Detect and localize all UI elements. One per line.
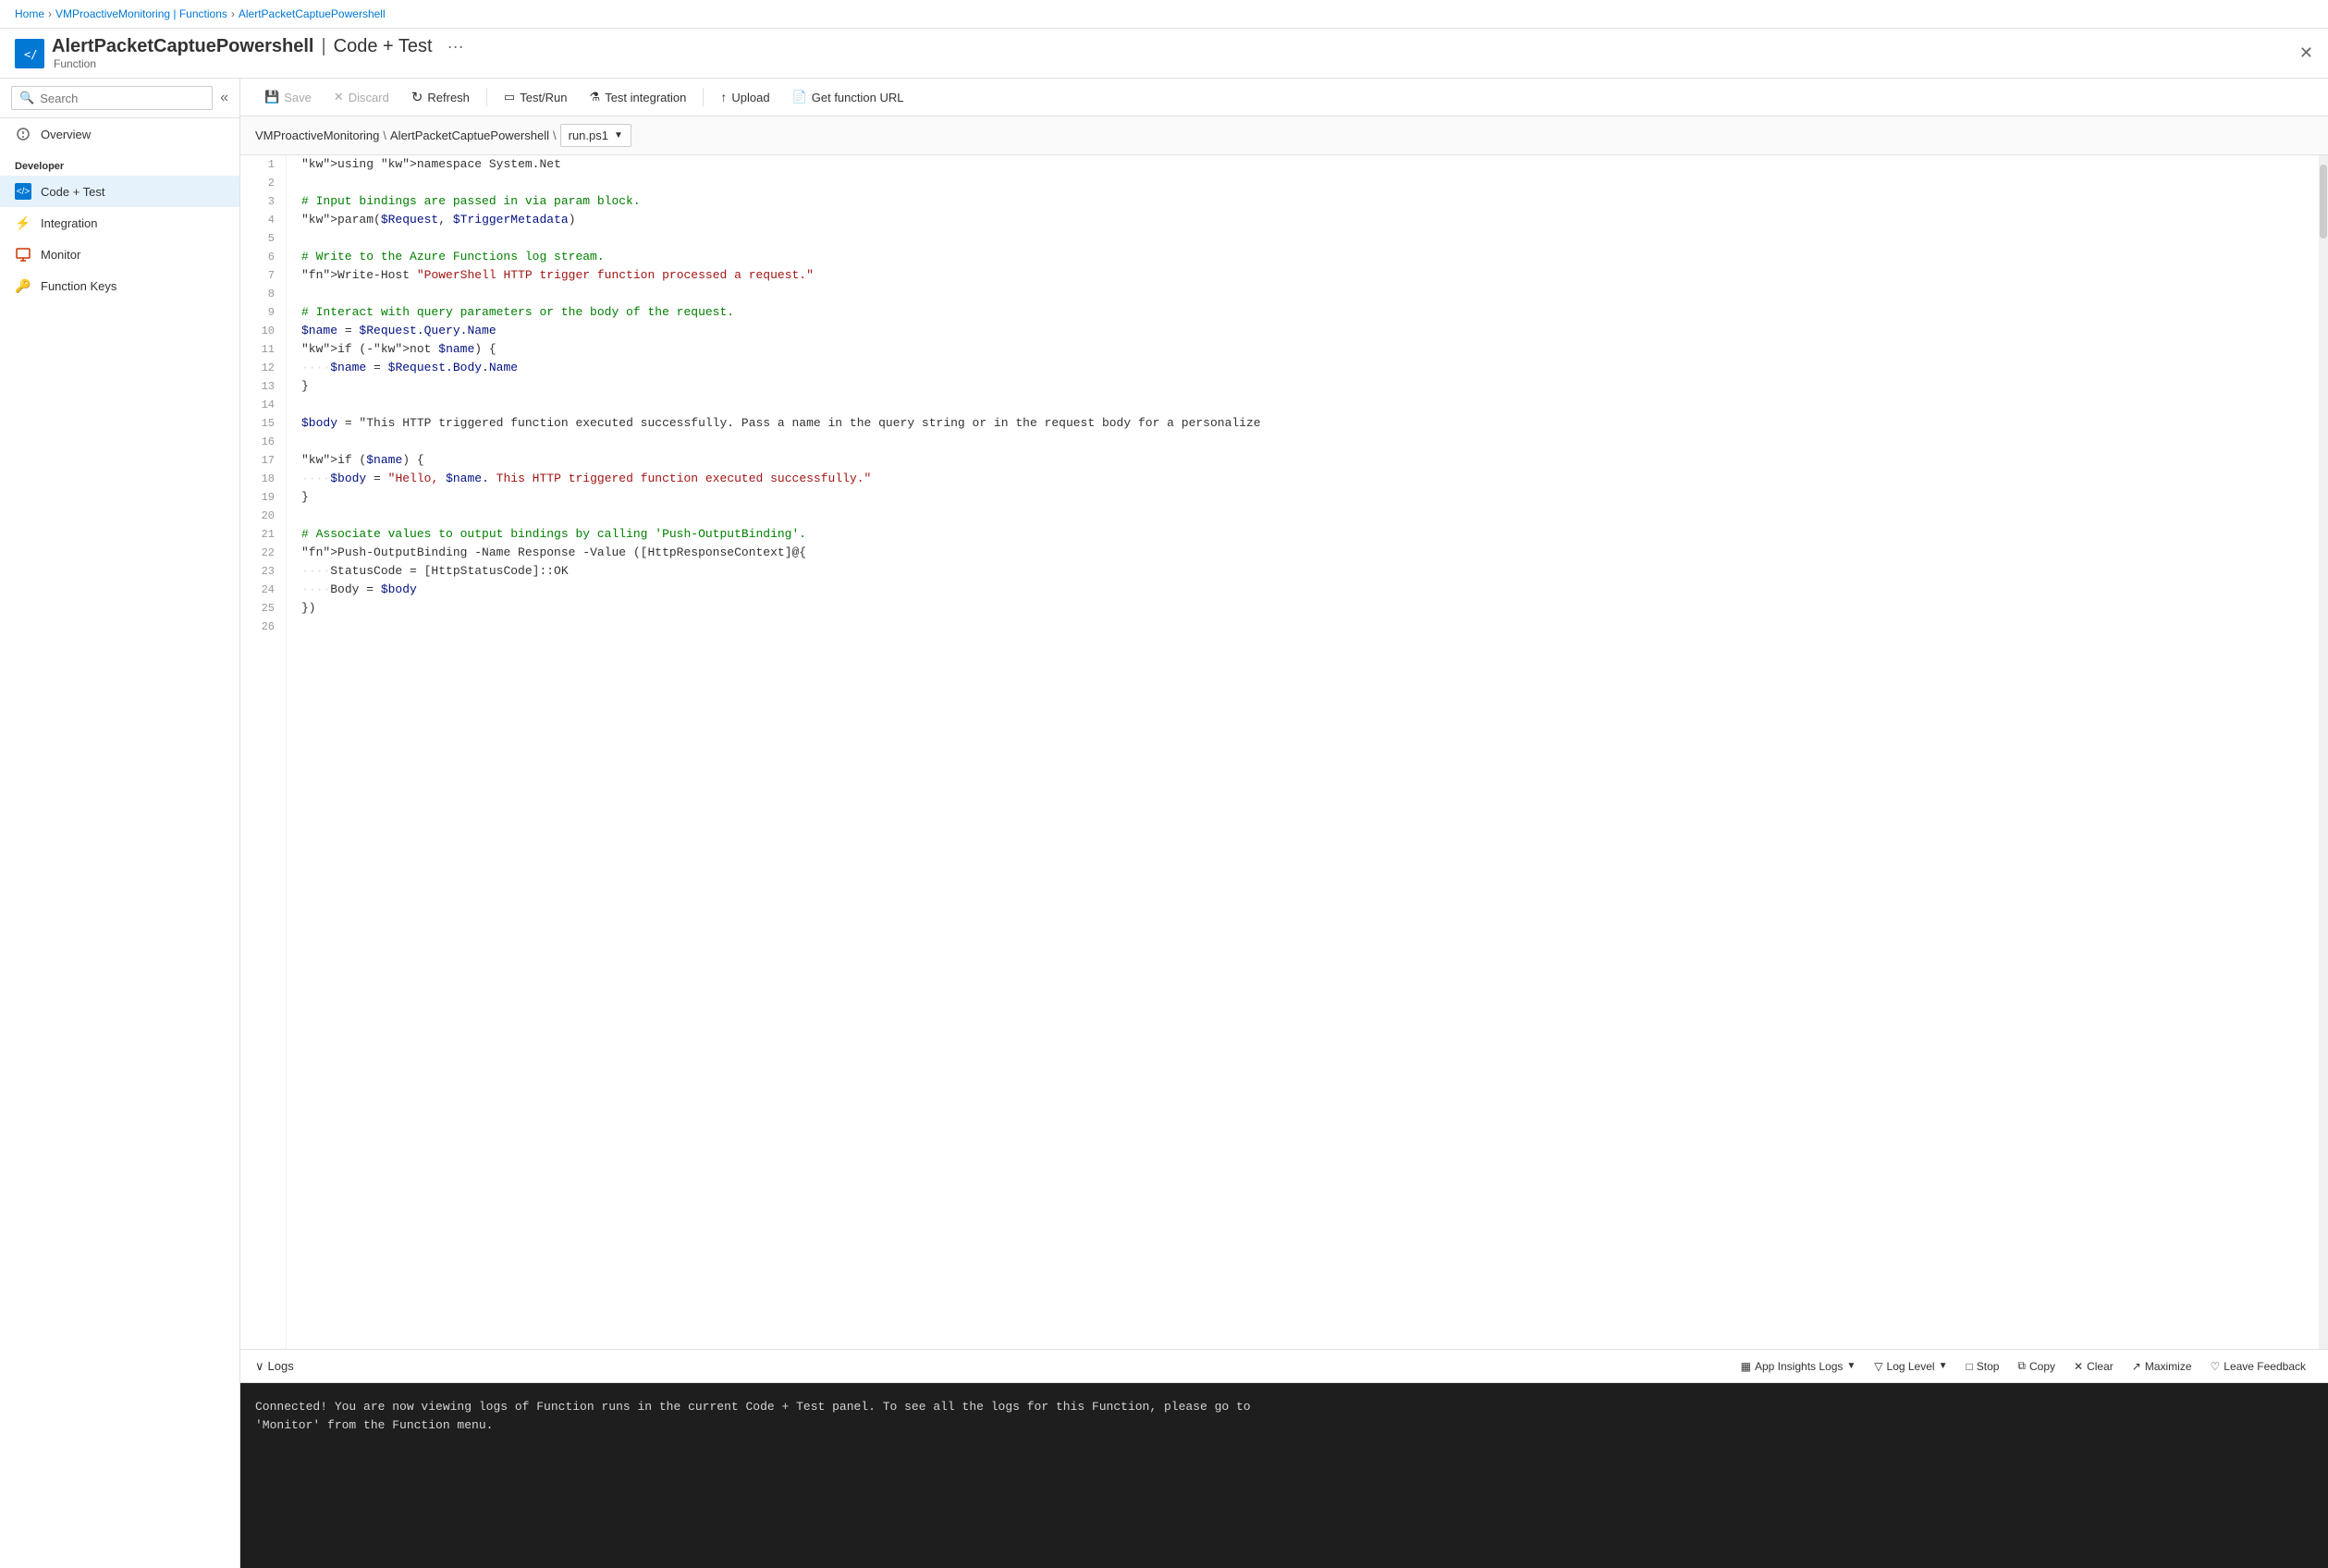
line-numbers: 1234567891011121314151617181920212223242… [240, 155, 287, 1349]
search-icon: 🔍 [19, 91, 34, 105]
clear-button[interactable]: ✕ Clear [2066, 1356, 2121, 1377]
test-integration-icon: ⚗ [590, 90, 601, 104]
sidebar-item-function-keys[interactable]: 🔑 Function Keys [0, 270, 239, 301]
file-name: run.ps1 [569, 129, 608, 142]
test-run-icon: ▭ [504, 90, 515, 104]
stop-button[interactable]: □ Stop [1958, 1356, 2006, 1377]
developer-section-label: Developer [0, 150, 239, 176]
monitor-icon [15, 246, 31, 263]
stop-icon: □ [1966, 1360, 1972, 1373]
search-box[interactable]: 🔍 [11, 86, 213, 110]
logs-section: ∨ Logs ▦ App Insights Logs ▼ ▽ Log Level… [240, 1349, 2328, 1568]
page-subtitle: Code + Test [334, 36, 433, 57]
app-insights-arrow: ▼ [1846, 1361, 1856, 1371]
discard-button[interactable]: ✕ Discard [325, 85, 398, 109]
content-toolbar: 💾 Save ✕ Discard ↻ Refresh ▭ Test/Run ⚗ … [240, 79, 2328, 116]
breadcrumb-home[interactable]: Home [15, 7, 44, 20]
get-function-url-button[interactable]: 📄 Get function URL [783, 85, 913, 109]
overview-label: Overview [41, 128, 91, 141]
function-label: Function [54, 57, 464, 70]
toolbar-separator-2 [703, 88, 704, 106]
editor-path: VMProactiveMonitoring \ AlertPacketCaptu… [240, 116, 2328, 155]
breadcrumb-function-name[interactable]: AlertPacketCaptuePowershell [239, 7, 386, 20]
search-input[interactable] [40, 92, 204, 105]
svg-text:</>: </> [24, 48, 38, 61]
path-sep-2: \ [553, 129, 557, 142]
console-message: Connected! You are now viewing logs of F… [255, 1400, 1251, 1432]
logs-console: Connected! You are now viewing logs of F… [240, 1383, 2328, 1568]
sidebar-item-integration[interactable]: ⚡ Integration [0, 207, 239, 239]
page-header: </> AlertPacketCaptuePowershell | Code +… [0, 29, 2328, 79]
app-insights-button[interactable]: ▦ App Insights Logs ▼ [1734, 1356, 1864, 1377]
integration-icon: ⚡ [15, 214, 31, 231]
code-editor[interactable]: 1234567891011121314151617181920212223242… [240, 155, 2328, 1349]
breadcrumb-functions[interactable]: VMProactiveMonitoring | Functions [55, 7, 227, 20]
page-title: AlertPacketCaptuePowershell [52, 36, 313, 57]
refresh-icon: ↻ [411, 89, 423, 105]
more-options-button[interactable]: ··· [447, 37, 464, 56]
copy-icon: ⧉ [2017, 1359, 2026, 1373]
leave-feedback-button[interactable]: ♡ Leave Feedback [2203, 1356, 2314, 1377]
sidebar-toolbar: 🔍 « [0, 79, 239, 118]
function-keys-label: Function Keys [41, 279, 116, 293]
chevron-down-icon: ▼ [614, 130, 623, 141]
sidebar-item-code-test[interactable]: </> Code + Test [0, 176, 239, 207]
get-url-icon: 📄 [792, 90, 807, 104]
refresh-button[interactable]: ↻ Refresh [402, 84, 479, 110]
path-part-1: VMProactiveMonitoring [255, 129, 379, 142]
sidebar: 🔍 « Overview Developer </> Code + Test ⚡… [0, 79, 240, 1568]
code-area[interactable]: "kw">using "kw">namespace System.Net# In… [287, 155, 2319, 1349]
breadcrumb: Home › VMProactiveMonitoring | Functions… [0, 0, 2328, 29]
logs-chevron-icon: ∨ [255, 1359, 264, 1374]
log-level-button[interactable]: ▽ Log Level ▼ [1867, 1356, 1954, 1377]
path-sep-1: \ [383, 129, 386, 142]
scrollbar-thumb[interactable] [2320, 165, 2327, 239]
editor-scrollbar[interactable] [2319, 155, 2328, 1349]
sidebar-item-overview[interactable]: Overview [0, 118, 239, 150]
feedback-icon: ♡ [2211, 1360, 2221, 1373]
save-button[interactable]: 💾 Save [255, 85, 321, 109]
maximize-icon: ↗ [2132, 1360, 2141, 1373]
upload-icon: ↑ [720, 90, 727, 104]
upload-button[interactable]: ↑ Upload [711, 85, 778, 109]
log-level-icon: ▽ [1874, 1360, 1882, 1373]
overview-icon [15, 126, 31, 142]
discard-icon: ✕ [334, 90, 344, 104]
logs-toolbar-right: ▦ App Insights Logs ▼ ▽ Log Level ▼ □ St… [1734, 1355, 2313, 1377]
test-run-button[interactable]: ▭ Test/Run [495, 85, 577, 109]
maximize-button[interactable]: ↗ Maximize [2125, 1356, 2199, 1377]
monitor-label: Monitor [41, 248, 80, 262]
toolbar-separator-1 [486, 88, 487, 106]
function-icon: </> [15, 39, 44, 68]
content-area: 💾 Save ✕ Discard ↻ Refresh ▭ Test/Run ⚗ … [240, 79, 2328, 1568]
logs-toolbar: ∨ Logs ▦ App Insights Logs ▼ ▽ Log Level… [240, 1350, 2328, 1383]
code-test-label: Code + Test [41, 185, 105, 199]
file-dropdown[interactable]: run.ps1 ▼ [560, 124, 631, 147]
sidebar-item-monitor[interactable]: Monitor [0, 239, 239, 270]
code-test-icon: </> [15, 183, 31, 200]
integration-label: Integration [41, 216, 97, 230]
path-part-2: AlertPacketCaptuePowershell [390, 129, 549, 142]
log-level-arrow: ▼ [1939, 1361, 1948, 1371]
logs-toggle[interactable]: ∨ Logs [255, 1359, 294, 1374]
logs-title-label: Logs [268, 1359, 294, 1373]
save-icon: 💾 [264, 90, 279, 104]
copy-button[interactable]: ⧉ Copy [2010, 1355, 2063, 1377]
collapse-button[interactable]: « [220, 90, 228, 106]
app-insights-icon: ▦ [1741, 1360, 1751, 1373]
close-button[interactable]: ✕ [2299, 43, 2313, 63]
clear-icon: ✕ [2074, 1360, 2083, 1373]
function-keys-icon: 🔑 [15, 277, 31, 294]
test-integration-button[interactable]: ⚗ Test integration [581, 85, 696, 109]
